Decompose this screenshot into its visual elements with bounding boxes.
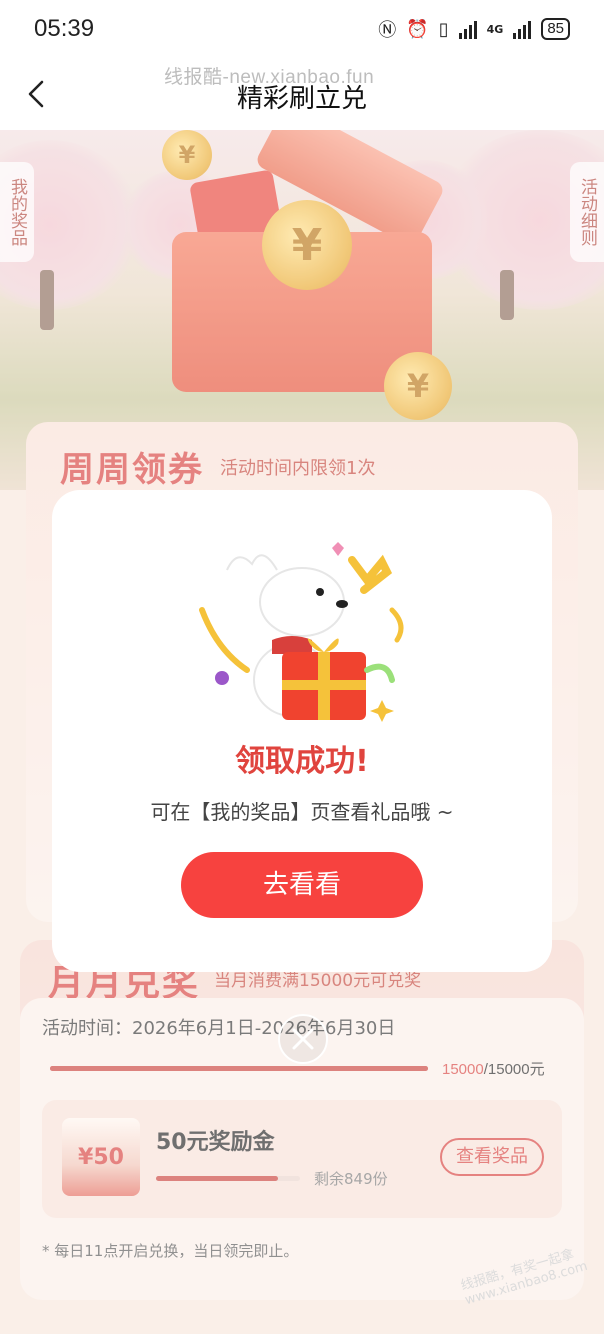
go-view-button[interactable]: 去看看 xyxy=(181,852,423,918)
nav-bar: 线报酷-new.xianbao.fun 精彩刷立兑 xyxy=(0,58,604,130)
battery-indicator: 85 xyxy=(541,18,570,40)
success-dialog: 领取成功! 可在【我的奖品】页查看礼品哦 ~ 去看看 xyxy=(52,490,552,972)
close-icon xyxy=(292,1028,314,1050)
page-title: 精彩刷立兑 xyxy=(236,84,367,114)
network-type: 4G xyxy=(486,22,504,36)
status-bar: 05:39 Ⓝ ⏰ ▯ 4G 85 xyxy=(0,0,604,58)
dialog-description: 可在【我的奖品】页查看礼品哦 ~ xyxy=(150,800,454,824)
wifi-signal-icon xyxy=(458,19,477,39)
nfc-icon: Ⓝ xyxy=(378,20,397,41)
vibrate-icon: ▯ xyxy=(438,18,449,40)
dialog-title: 领取成功! xyxy=(235,744,369,779)
dialog-close-button[interactable] xyxy=(278,1014,328,1064)
status-time: 05:39 xyxy=(34,15,95,42)
cell-signal-icon xyxy=(513,19,532,39)
alarm-icon: ⏰ xyxy=(406,18,429,40)
mascot-with-gift-icon xyxy=(199,542,404,722)
status-icons: Ⓝ ⏰ ▯ 4G 85 xyxy=(378,16,570,42)
